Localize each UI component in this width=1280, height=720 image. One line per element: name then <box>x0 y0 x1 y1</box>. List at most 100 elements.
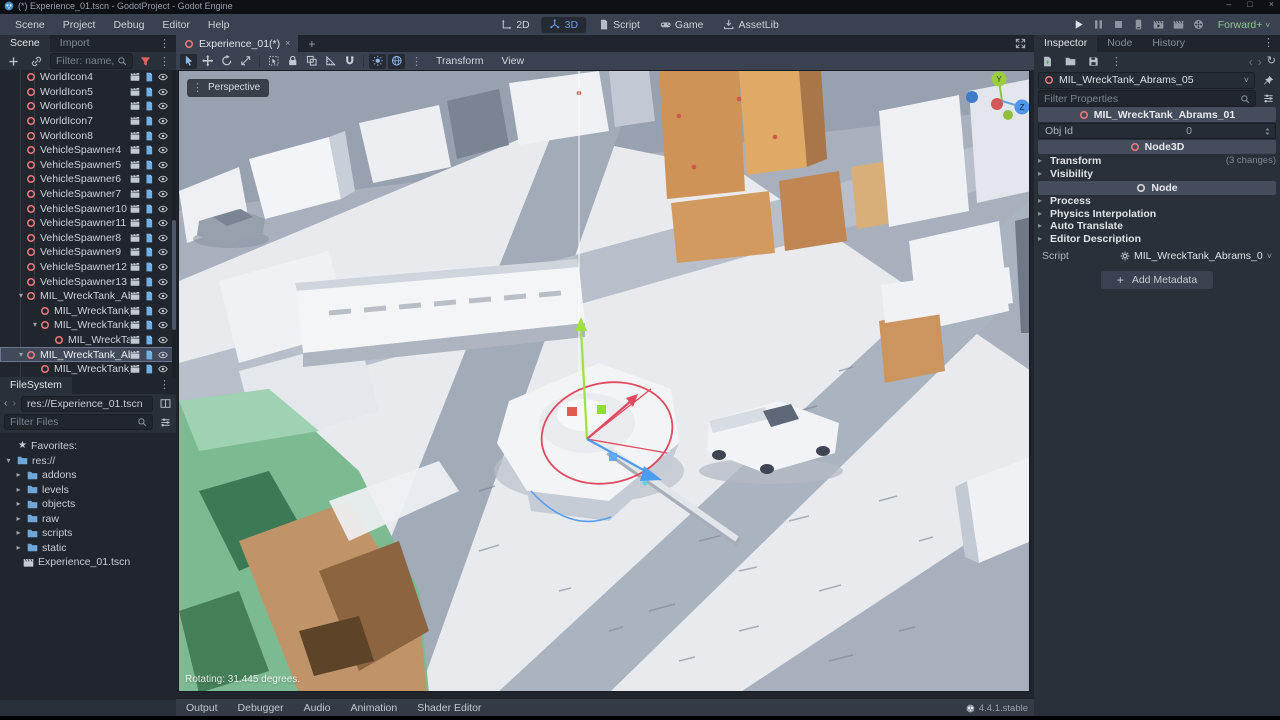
tree-node-wrecktank-child[interactable]: MIL_WreckTank_Abrams_ <box>0 304 176 319</box>
minimize-button[interactable]: – <box>1226 0 1231 9</box>
open-scene-icon[interactable] <box>130 320 140 330</box>
maximize-button[interactable]: □ <box>1247 0 1252 9</box>
attached-script-icon[interactable] <box>144 291 154 301</box>
bottom-tab-debugger[interactable]: Debugger <box>228 702 294 714</box>
open-scene-icon[interactable] <box>130 262 140 272</box>
tree-node-vehiclespawner9[interactable]: VehicleSpawner9 <box>0 245 176 260</box>
attached-script-icon[interactable] <box>144 247 154 257</box>
visibility-eye-icon[interactable] <box>158 350 168 360</box>
chevron-down-icon[interactable]: ˅ <box>1263 252 1276 261</box>
visibility-eye-icon[interactable] <box>158 306 168 316</box>
section-process[interactable]: ▸ Process <box>1038 195 1276 208</box>
tab-history[interactable]: History <box>1142 35 1195 52</box>
visibility-eye-icon[interactable] <box>158 72 168 82</box>
tab-inspector[interactable]: Inspector <box>1034 35 1097 52</box>
bottom-tab-output[interactable]: Output <box>176 702 228 714</box>
open-scene-icon[interactable] <box>130 87 140 97</box>
fs-sort-icon[interactable] <box>158 415 172 430</box>
tree-node-vehiclespawner12[interactable]: VehicleSpawner12 <box>0 260 176 275</box>
visibility-eye-icon[interactable] <box>158 131 168 141</box>
workspace-game[interactable]: Game <box>652 17 712 33</box>
attached-script-icon[interactable] <box>144 174 154 184</box>
visibility-eye-icon[interactable] <box>158 247 168 257</box>
attached-script-icon[interactable] <box>144 145 154 155</box>
object-history-icon[interactable]: ↻ <box>1267 56 1276 67</box>
filesystem-dock-menu-icon[interactable]: ⋮ <box>155 378 174 391</box>
tree-node-vehiclespawner5[interactable]: VehicleSpawner5 <box>0 158 176 173</box>
section-editor-description[interactable]: ▸ Editor Description <box>1038 233 1276 246</box>
add-metadata-button[interactable]: + Add Metadata <box>1101 271 1213 289</box>
open-scene-icon[interactable] <box>130 247 140 257</box>
pin-icon[interactable] <box>1260 73 1276 88</box>
section-physics-interpolation[interactable]: ▸ Physics Interpolation <box>1038 208 1276 221</box>
tab-filesystem[interactable]: FileSystem <box>0 377 72 394</box>
fs-back-icon[interactable]: ‹ <box>4 398 8 409</box>
load-resource-button[interactable] <box>1061 54 1079 69</box>
scene-filter-input[interactable]: Filter: name, t:type, g:group <box>50 53 133 69</box>
new-resource-button[interactable] <box>1038 54 1056 69</box>
stepper-icon[interactable] <box>1263 127 1272 136</box>
fs-item-scene-file[interactable]: Experience_01.tscn <box>0 555 176 570</box>
menu-project[interactable]: Project <box>54 19 105 31</box>
property-sort-icon[interactable] <box>1261 91 1276 106</box>
property-script[interactable]: Script MIL_WreckTank_Abrams_0 ˅ <box>1038 248 1276 264</box>
tree-node-vehiclespawner6[interactable]: VehicleSpawner6 <box>0 172 176 187</box>
visibility-eye-icon[interactable] <box>158 218 168 228</box>
visibility-eye-icon[interactable] <box>158 116 168 126</box>
inspector-dock-menu-icon[interactable]: ⋮ <box>1259 36 1278 49</box>
visibility-eye-icon[interactable] <box>158 160 168 170</box>
workspace-2d[interactable]: 2D <box>493 17 537 33</box>
snap-magnet-icon[interactable] <box>341 54 358 69</box>
fs-item-static[interactable]: ▸ static <box>0 541 176 556</box>
fs-item-scripts[interactable]: ▸ scripts <box>0 526 176 541</box>
filter-script-icon[interactable] <box>138 54 152 69</box>
category-script-class[interactable]: MIL_WreckTank_Abrams_01 <box>1038 107 1276 122</box>
save-resource-button[interactable] <box>1084 54 1102 69</box>
visibility-eye-icon[interactable] <box>158 101 168 111</box>
fs-item-favorites[interactable]: ★ Favorites: <box>0 439 176 454</box>
menu-debug[interactable]: Debug <box>104 19 153 31</box>
attached-script-icon[interactable] <box>144 262 154 272</box>
attached-script-icon[interactable] <box>144 320 154 330</box>
play-button[interactable] <box>1073 19 1084 30</box>
tree-node-vehiclespawner4[interactable]: VehicleSpawner4 <box>0 143 176 158</box>
tree-node-worldicon4[interactable]: WorldIcon4 <box>0 70 176 85</box>
group-icon[interactable] <box>303 54 320 69</box>
attached-script-icon[interactable] <box>144 364 154 374</box>
expand-icon[interactable]: ▸ <box>14 544 23 552</box>
visibility-eye-icon[interactable] <box>158 87 168 97</box>
preview-sun-icon[interactable] <box>369 54 386 69</box>
select-tool-button[interactable] <box>180 54 197 69</box>
attached-script-icon[interactable] <box>144 72 154 82</box>
tree-node-worldicon6[interactable]: WorldIcon6 <box>0 99 176 114</box>
collapse-icon[interactable]: ▾ <box>16 351 26 359</box>
tree-node-worldicon8[interactable]: WorldIcon8 <box>0 128 176 143</box>
category-node3d[interactable]: Node3D <box>1038 140 1276 154</box>
attached-script-icon[interactable] <box>144 335 154 345</box>
open-scene-icon[interactable] <box>130 189 140 199</box>
open-scene-icon[interactable] <box>130 204 140 214</box>
expand-icon[interactable]: ▸ <box>14 471 23 479</box>
visibility-eye-icon[interactable] <box>158 277 168 287</box>
attached-script-icon[interactable] <box>144 233 154 243</box>
sun-env-menu-icon[interactable]: ⋮ <box>407 55 426 68</box>
fs-filter-input[interactable]: Filter Files <box>4 414 153 430</box>
tree-node-vehiclespawner7[interactable]: VehicleSpawner7 <box>0 187 176 202</box>
open-scene-icon[interactable] <box>130 277 140 287</box>
visibility-eye-icon[interactable] <box>158 364 168 374</box>
section-transform[interactable]: ▸ Transform (3 changes) <box>1038 154 1276 167</box>
attached-script-icon[interactable] <box>144 87 154 97</box>
menu-scene[interactable]: Scene <box>6 19 54 31</box>
play-custom-scene-button[interactable] <box>1173 19 1184 30</box>
fs-item-res[interactable]: ▾ res:// <box>0 454 176 469</box>
open-scene-icon[interactable] <box>130 72 140 82</box>
open-scene-icon[interactable] <box>130 291 140 301</box>
open-scene-icon[interactable] <box>130 350 140 360</box>
close-button[interactable]: × <box>1269 0 1274 9</box>
tree-node-vehiclespawner13[interactable]: VehicleSpawner13 <box>0 274 176 289</box>
add-node-button[interactable] <box>4 54 22 69</box>
remote-deploy-icon[interactable] <box>1133 19 1144 30</box>
open-scene-icon[interactable] <box>130 233 140 243</box>
scene-dock-menu-icon[interactable]: ⋮ <box>155 37 174 50</box>
open-scene-icon[interactable] <box>130 174 140 184</box>
